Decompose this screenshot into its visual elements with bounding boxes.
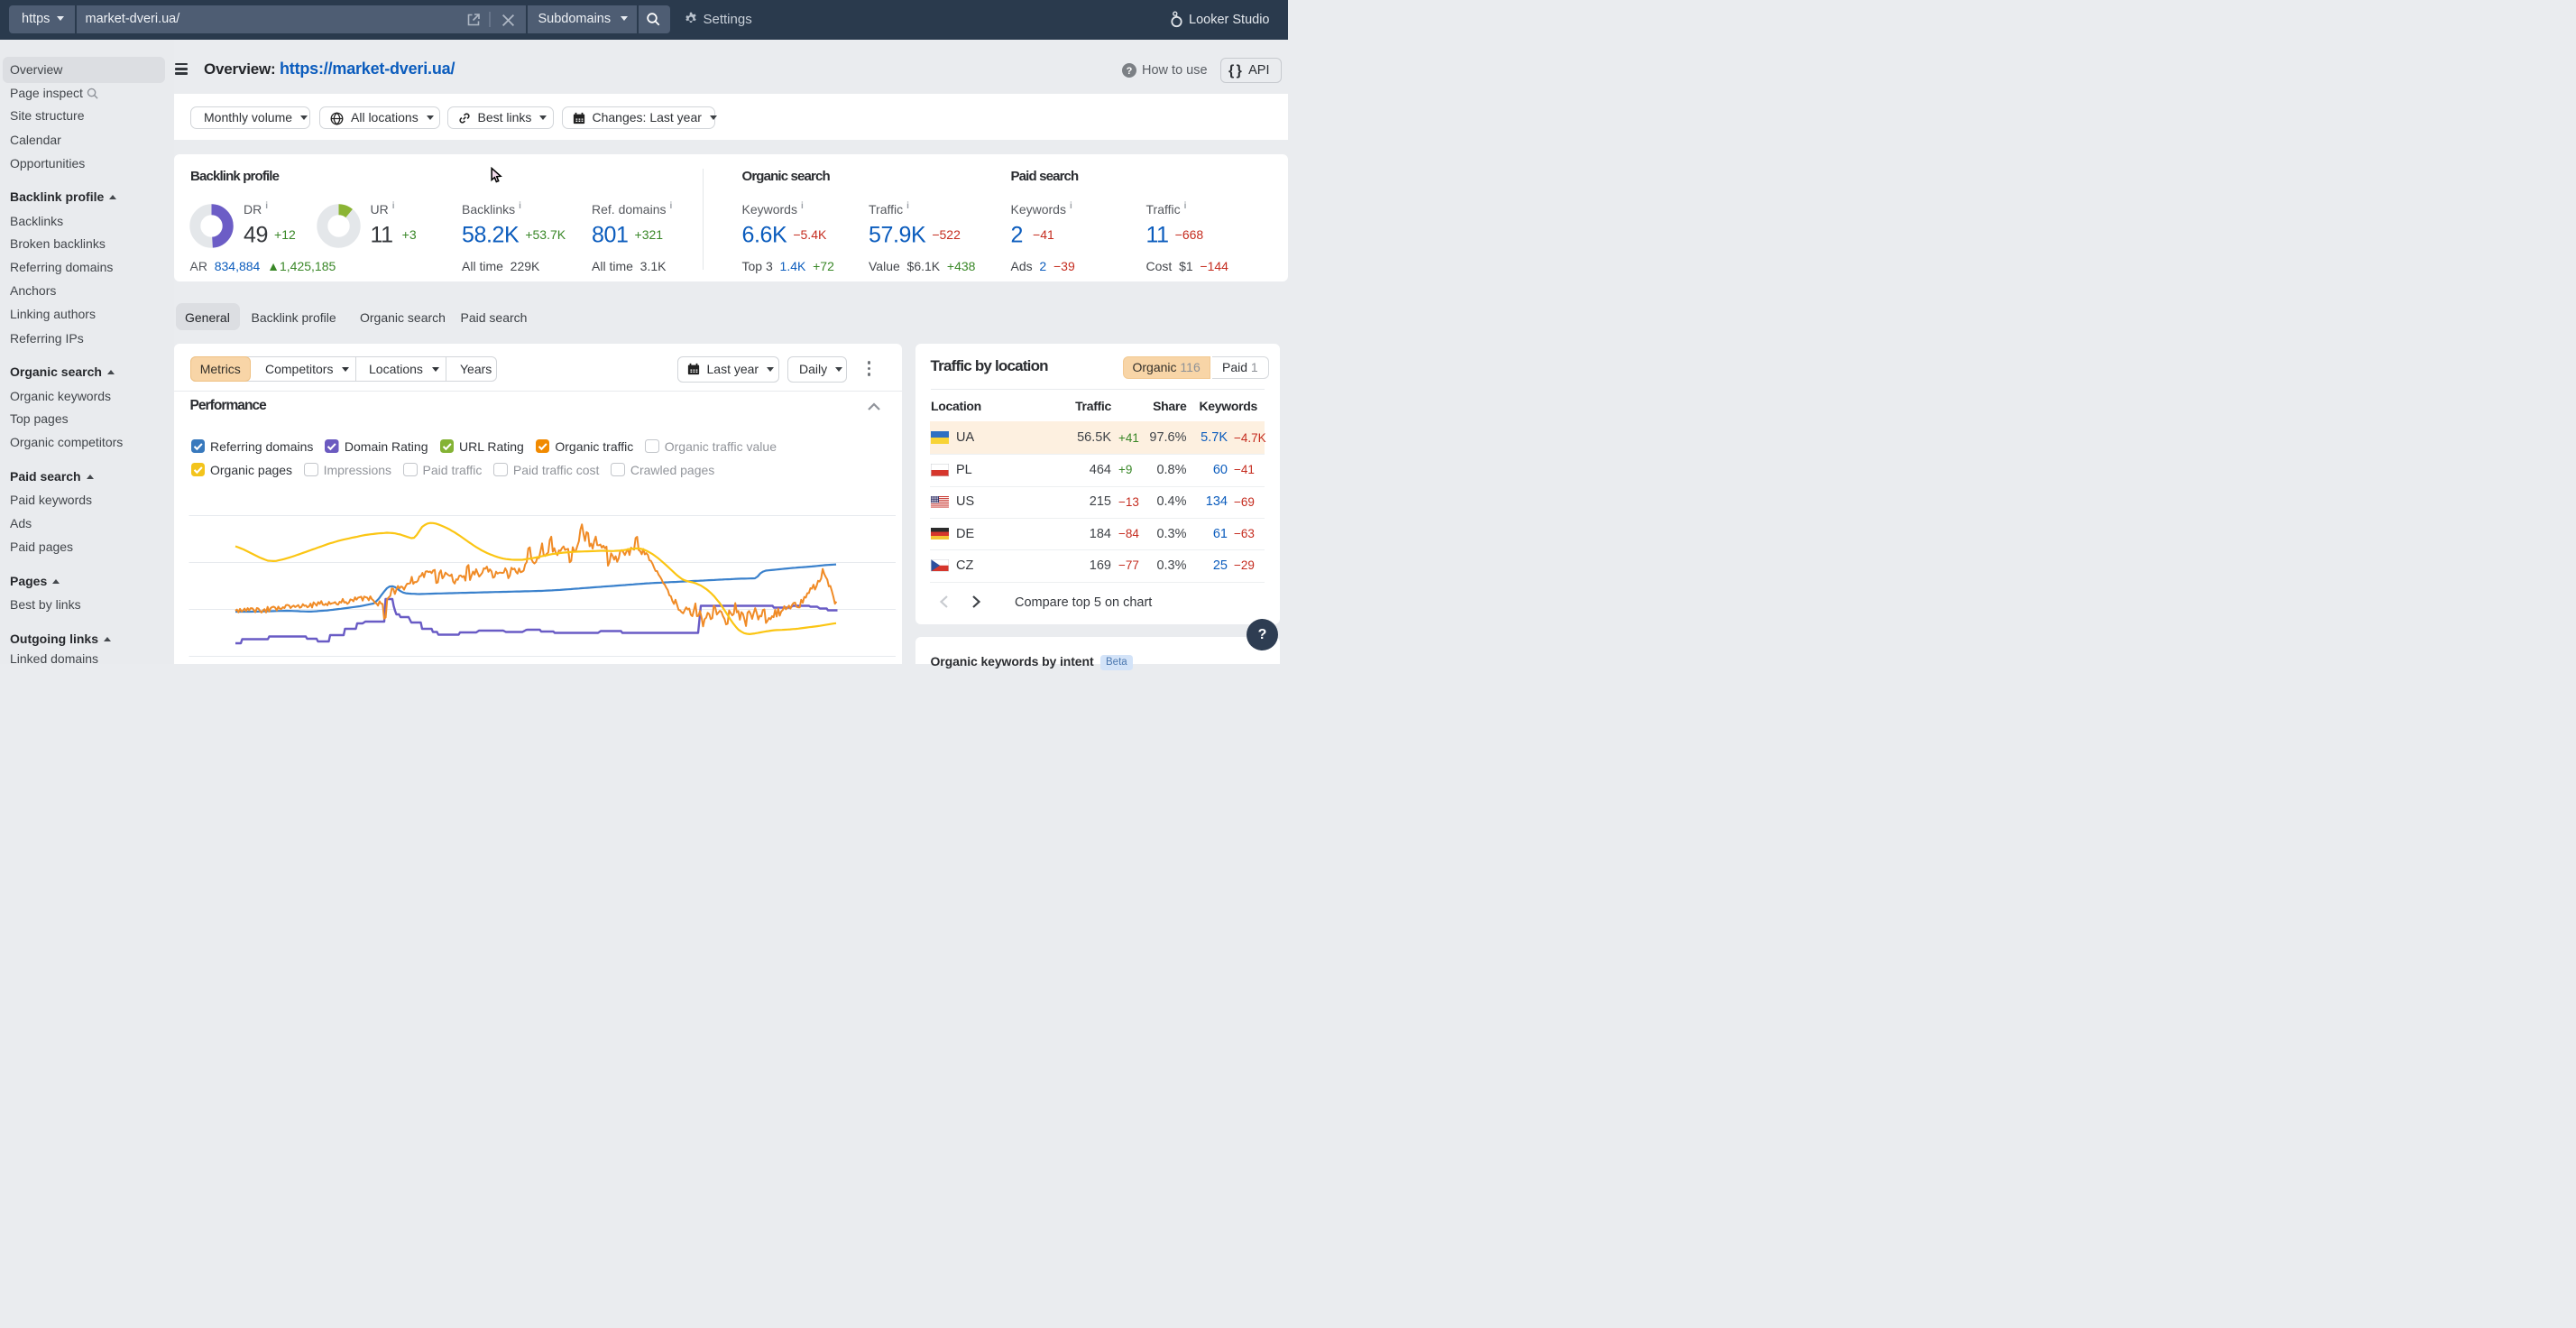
svg-text:?: ? [1127, 66, 1133, 77]
